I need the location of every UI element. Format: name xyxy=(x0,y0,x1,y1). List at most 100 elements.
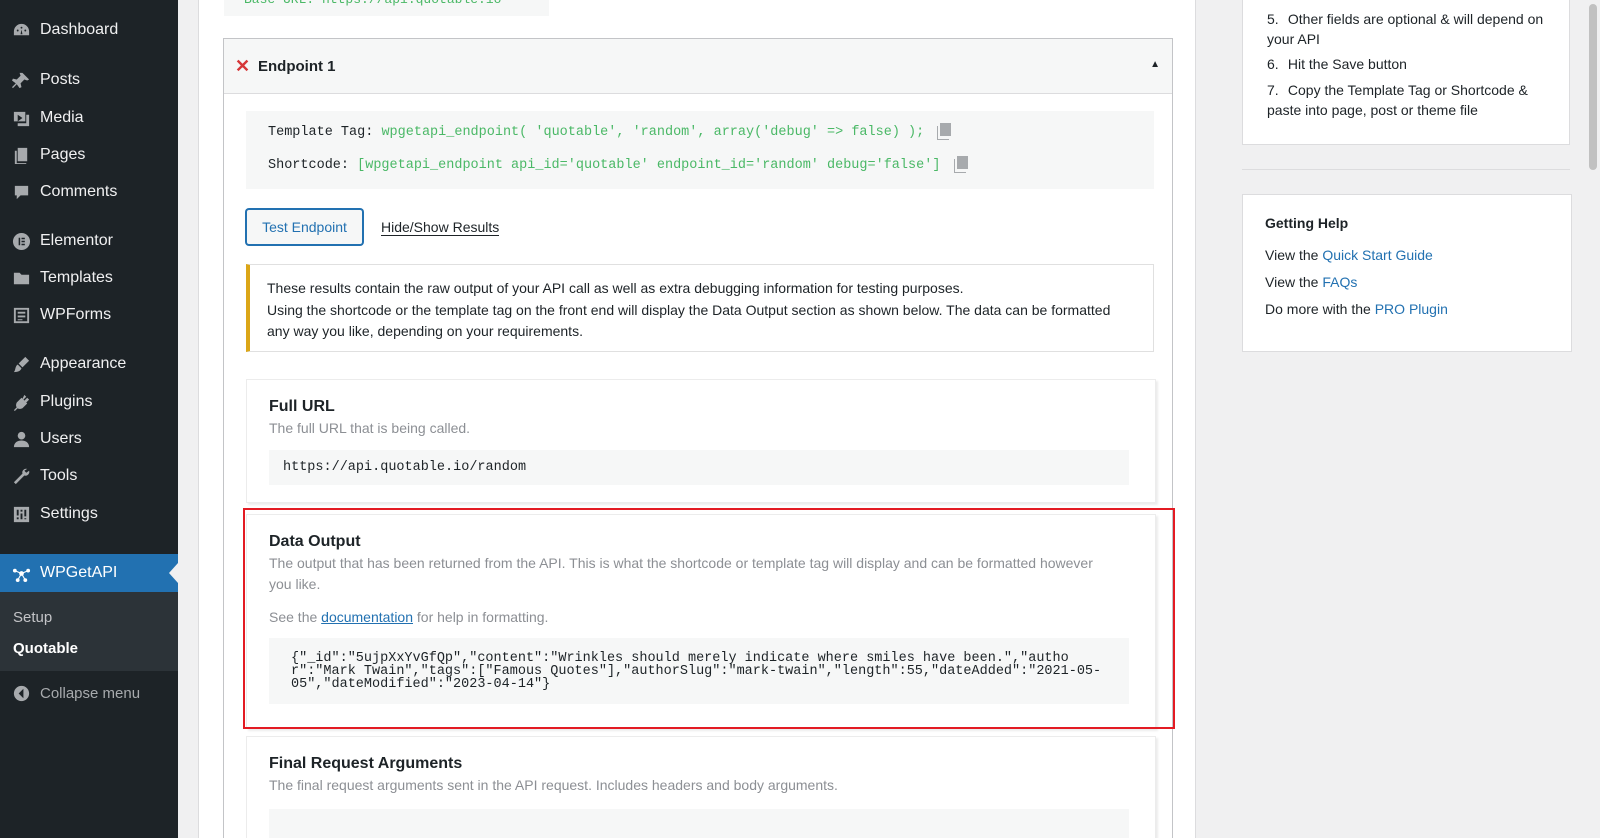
media-icon xyxy=(11,108,31,128)
final-args-title: Final Request Arguments xyxy=(269,755,463,772)
admin-sidebar: Dashboard Posts Media Pages Comments Ele… xyxy=(0,0,178,838)
menu-label: Media xyxy=(40,109,84,126)
notice-line-1: These results contain the raw output of … xyxy=(267,280,964,296)
menu-tools[interactable]: Tools xyxy=(0,458,178,494)
menu-label: WPGetAPI xyxy=(40,564,118,581)
full-url-value: https://api.quotable.io/random xyxy=(269,450,1129,485)
template-tag-line: Template Tag: wpgetapi_endpoint( 'quotab… xyxy=(268,123,952,140)
help-text: Do more with the xyxy=(1265,301,1371,317)
full-url-section: Full URL The full URL that is being call… xyxy=(246,379,1156,503)
menu-wpforms[interactable]: WPForms xyxy=(0,297,178,333)
shortcode-label: Shortcode: xyxy=(268,158,350,173)
help-text: View the xyxy=(1265,274,1319,290)
page-scrollbar[interactable] xyxy=(1585,0,1600,838)
help-prefix: See the xyxy=(269,609,318,625)
template-tag-value: wpgetapi_endpoint( 'quotable', 'random',… xyxy=(381,125,925,140)
test-endpoint-button[interactable]: Test Endpoint xyxy=(246,209,363,245)
full-url-description: The full URL that is being called. xyxy=(269,420,471,436)
documentation-link[interactable]: documentation xyxy=(321,609,413,625)
menu-label: Tools xyxy=(40,467,78,484)
pages-icon xyxy=(11,145,31,165)
base-url-fragment: Base URL: https://api.quotable.io xyxy=(224,0,549,16)
help-line-faqs: View the FAQs xyxy=(1265,274,1357,290)
folder-icon xyxy=(11,268,31,288)
faqs-link[interactable]: FAQs xyxy=(1322,274,1357,290)
help-line-pro: Do more with the PRO Plugin xyxy=(1265,301,1448,317)
endpoint-header[interactable]: ✕ Endpoint 1 ▲ xyxy=(224,39,1172,94)
copy-icon[interactable] xyxy=(953,156,968,173)
usage-code-box: Template Tag: wpgetapi_endpoint( 'quotab… xyxy=(246,111,1154,189)
step-number: 6. xyxy=(1267,56,1279,72)
pin-icon xyxy=(11,70,31,90)
sliders-icon xyxy=(11,504,31,524)
data-output-section: Data Output The output that has been ret… xyxy=(246,514,1156,729)
debug-notice: These results contain the raw output of … xyxy=(246,264,1154,352)
quick-start-link[interactable]: Quick Start Guide xyxy=(1322,247,1433,263)
menu-posts[interactable]: Posts xyxy=(0,62,178,98)
plug-icon xyxy=(11,392,31,412)
final-args-description: The final request arguments sent in the … xyxy=(269,777,838,793)
help-text: View the xyxy=(1265,247,1319,263)
collapse-icon xyxy=(11,683,31,703)
menu-label: Appearance xyxy=(40,355,127,372)
menu-users[interactable]: Users xyxy=(0,421,178,457)
remove-endpoint-icon[interactable]: ✕ xyxy=(235,56,250,77)
menu-label: Elementor xyxy=(40,232,113,249)
user-icon xyxy=(11,429,31,449)
setup-steps-box: 5. Other fields are optional & will depe… xyxy=(1242,0,1570,145)
menu-label: Plugins xyxy=(40,393,93,410)
menu-label: Dashboard xyxy=(40,21,119,38)
menu-comments[interactable]: Comments xyxy=(0,174,178,210)
data-output-title: Data Output xyxy=(269,533,361,550)
shortcode-value: [wpgetapi_endpoint api_id='quotable' end… xyxy=(357,158,941,173)
menu-wpgetapi[interactable]: WPGetAPI xyxy=(0,554,178,592)
main-content: Base URL: https://api.quotable.io ✕ Endp… xyxy=(178,0,1216,838)
menu-label: Comments xyxy=(40,183,118,200)
dashboard-icon xyxy=(11,20,31,40)
menu-label: Templates xyxy=(40,269,113,286)
brush-icon xyxy=(11,354,31,374)
full-url-title: Full URL xyxy=(269,398,335,415)
step-item: 7. Copy the Template Tag or Shortcode & … xyxy=(1267,80,1552,120)
shortcode-line: Shortcode: [wpgetapi_endpoint api_id='qu… xyxy=(268,156,968,173)
menu-settings[interactable]: Settings xyxy=(0,496,178,532)
menu-plugins[interactable]: Plugins xyxy=(0,384,178,420)
step-number: 5. xyxy=(1267,11,1279,27)
menu-label: WPForms xyxy=(40,306,112,323)
endpoint-title: Endpoint 1 xyxy=(258,58,336,75)
elementor-icon xyxy=(11,231,31,251)
menu-dashboard[interactable]: Dashboard xyxy=(0,12,178,48)
step-text: Hit the Save button xyxy=(1287,56,1407,72)
help-title: Getting Help xyxy=(1265,215,1349,231)
getting-help-box: Getting Help View the Quick Start Guide … xyxy=(1242,194,1572,352)
step-text: Copy the Template Tag or Shortcode & pas… xyxy=(1267,82,1528,118)
final-request-args-section: Final Request Arguments The final reques… xyxy=(246,736,1156,838)
submenu-setup[interactable]: Setup xyxy=(13,609,52,626)
menu-label: Pages xyxy=(40,146,86,163)
data-output-description: The output that has been returned from t… xyxy=(269,555,1093,592)
scrollbar-thumb[interactable] xyxy=(1589,4,1597,170)
step-text: Other fields are optional & will depend … xyxy=(1267,11,1544,47)
collapse-arrow-icon[interactable]: ▲ xyxy=(1150,59,1160,70)
menu-pages[interactable]: Pages xyxy=(0,137,178,173)
documentation-help: See the documentation for help in format… xyxy=(269,609,548,625)
help-suffix: for help in formatting. xyxy=(416,609,549,625)
submenu-quotable[interactable]: Quotable xyxy=(13,640,78,657)
hide-show-results-button[interactable]: Hide/Show Results xyxy=(381,219,500,236)
network-icon xyxy=(11,563,31,583)
menu-label: Users xyxy=(40,430,82,447)
menu-appearance[interactable]: Appearance xyxy=(0,346,178,382)
pro-plugin-link[interactable]: PRO Plugin xyxy=(1375,301,1448,317)
collapse-label: Collapse menu xyxy=(40,684,141,702)
menu-elementor[interactable]: Elementor xyxy=(0,223,178,259)
comment-icon xyxy=(11,182,31,202)
collapse-menu-button[interactable]: Collapse menu xyxy=(0,675,178,711)
form-icon xyxy=(11,305,31,325)
menu-templates[interactable]: Templates xyxy=(0,260,178,296)
menu-media[interactable]: Media xyxy=(0,100,178,136)
notice-line-2: Using the shortcode or the template tag … xyxy=(267,301,1111,340)
step-number: 7. xyxy=(1267,82,1279,98)
copy-icon[interactable] xyxy=(937,123,952,140)
help-line-quick-start: View the Quick Start Guide xyxy=(1265,247,1433,263)
wpgetapi-submenu: Setup Quotable xyxy=(0,592,178,671)
